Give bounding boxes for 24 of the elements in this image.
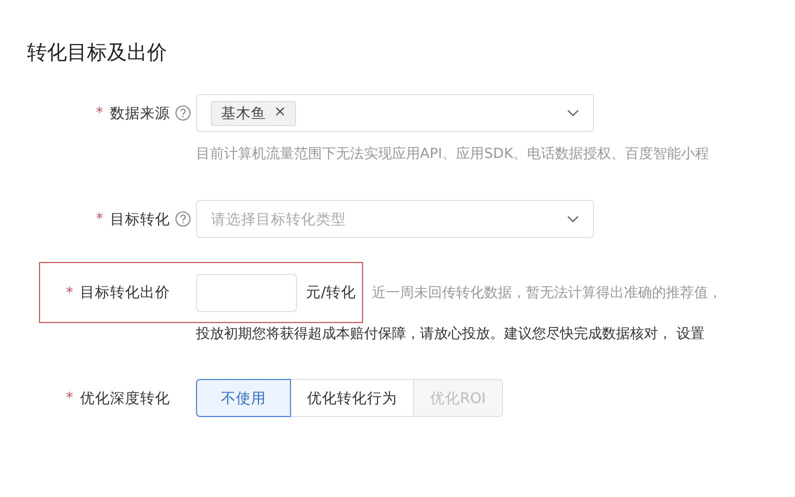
required-asterisk: * (96, 211, 103, 227)
field-label: 优化深度转化 (80, 390, 170, 408)
select-placeholder: 请选择目标转化类型 (211, 210, 346, 228)
segment-option[interactable]: 优化转化行为 (290, 379, 414, 417)
field-label: 目标转化 (110, 210, 170, 228)
section-title: 转化目标及出价 (27, 39, 168, 66)
selected-tag: 基木鱼 × (211, 100, 296, 126)
chevron-down-icon (567, 109, 579, 117)
field-label: 数据来源 (110, 104, 170, 122)
required-asterisk: * (66, 390, 73, 406)
hint-text: 投放初期您将获得超成本赔付保障，请放心投放。建议您尽快完成数据核对， 设置 (196, 325, 706, 343)
bid-input-field[interactable] (196, 274, 297, 312)
note-text: 近一周未回传转化数据，暂无法计算得出准确的推荐值， (372, 284, 722, 302)
help-icon[interactable] (175, 211, 191, 227)
hint-text: 目前计算机流量范围下无法实现应用API、应用SDK、电话数据授权、百度智能小程 (196, 145, 710, 163)
required-asterisk: * (96, 105, 103, 121)
chevron-down-icon (567, 215, 579, 223)
help-icon[interactable] (175, 105, 191, 121)
remove-tag-button[interactable]: × (274, 104, 286, 122)
field-label: 目标转化出价 (80, 284, 170, 302)
segment-option[interactable]: 不使用 (196, 379, 291, 417)
select-field[interactable]: 基木鱼 × (196, 94, 594, 132)
required-asterisk: * (66, 284, 73, 300)
unit-label: 元/转化 (306, 284, 356, 302)
